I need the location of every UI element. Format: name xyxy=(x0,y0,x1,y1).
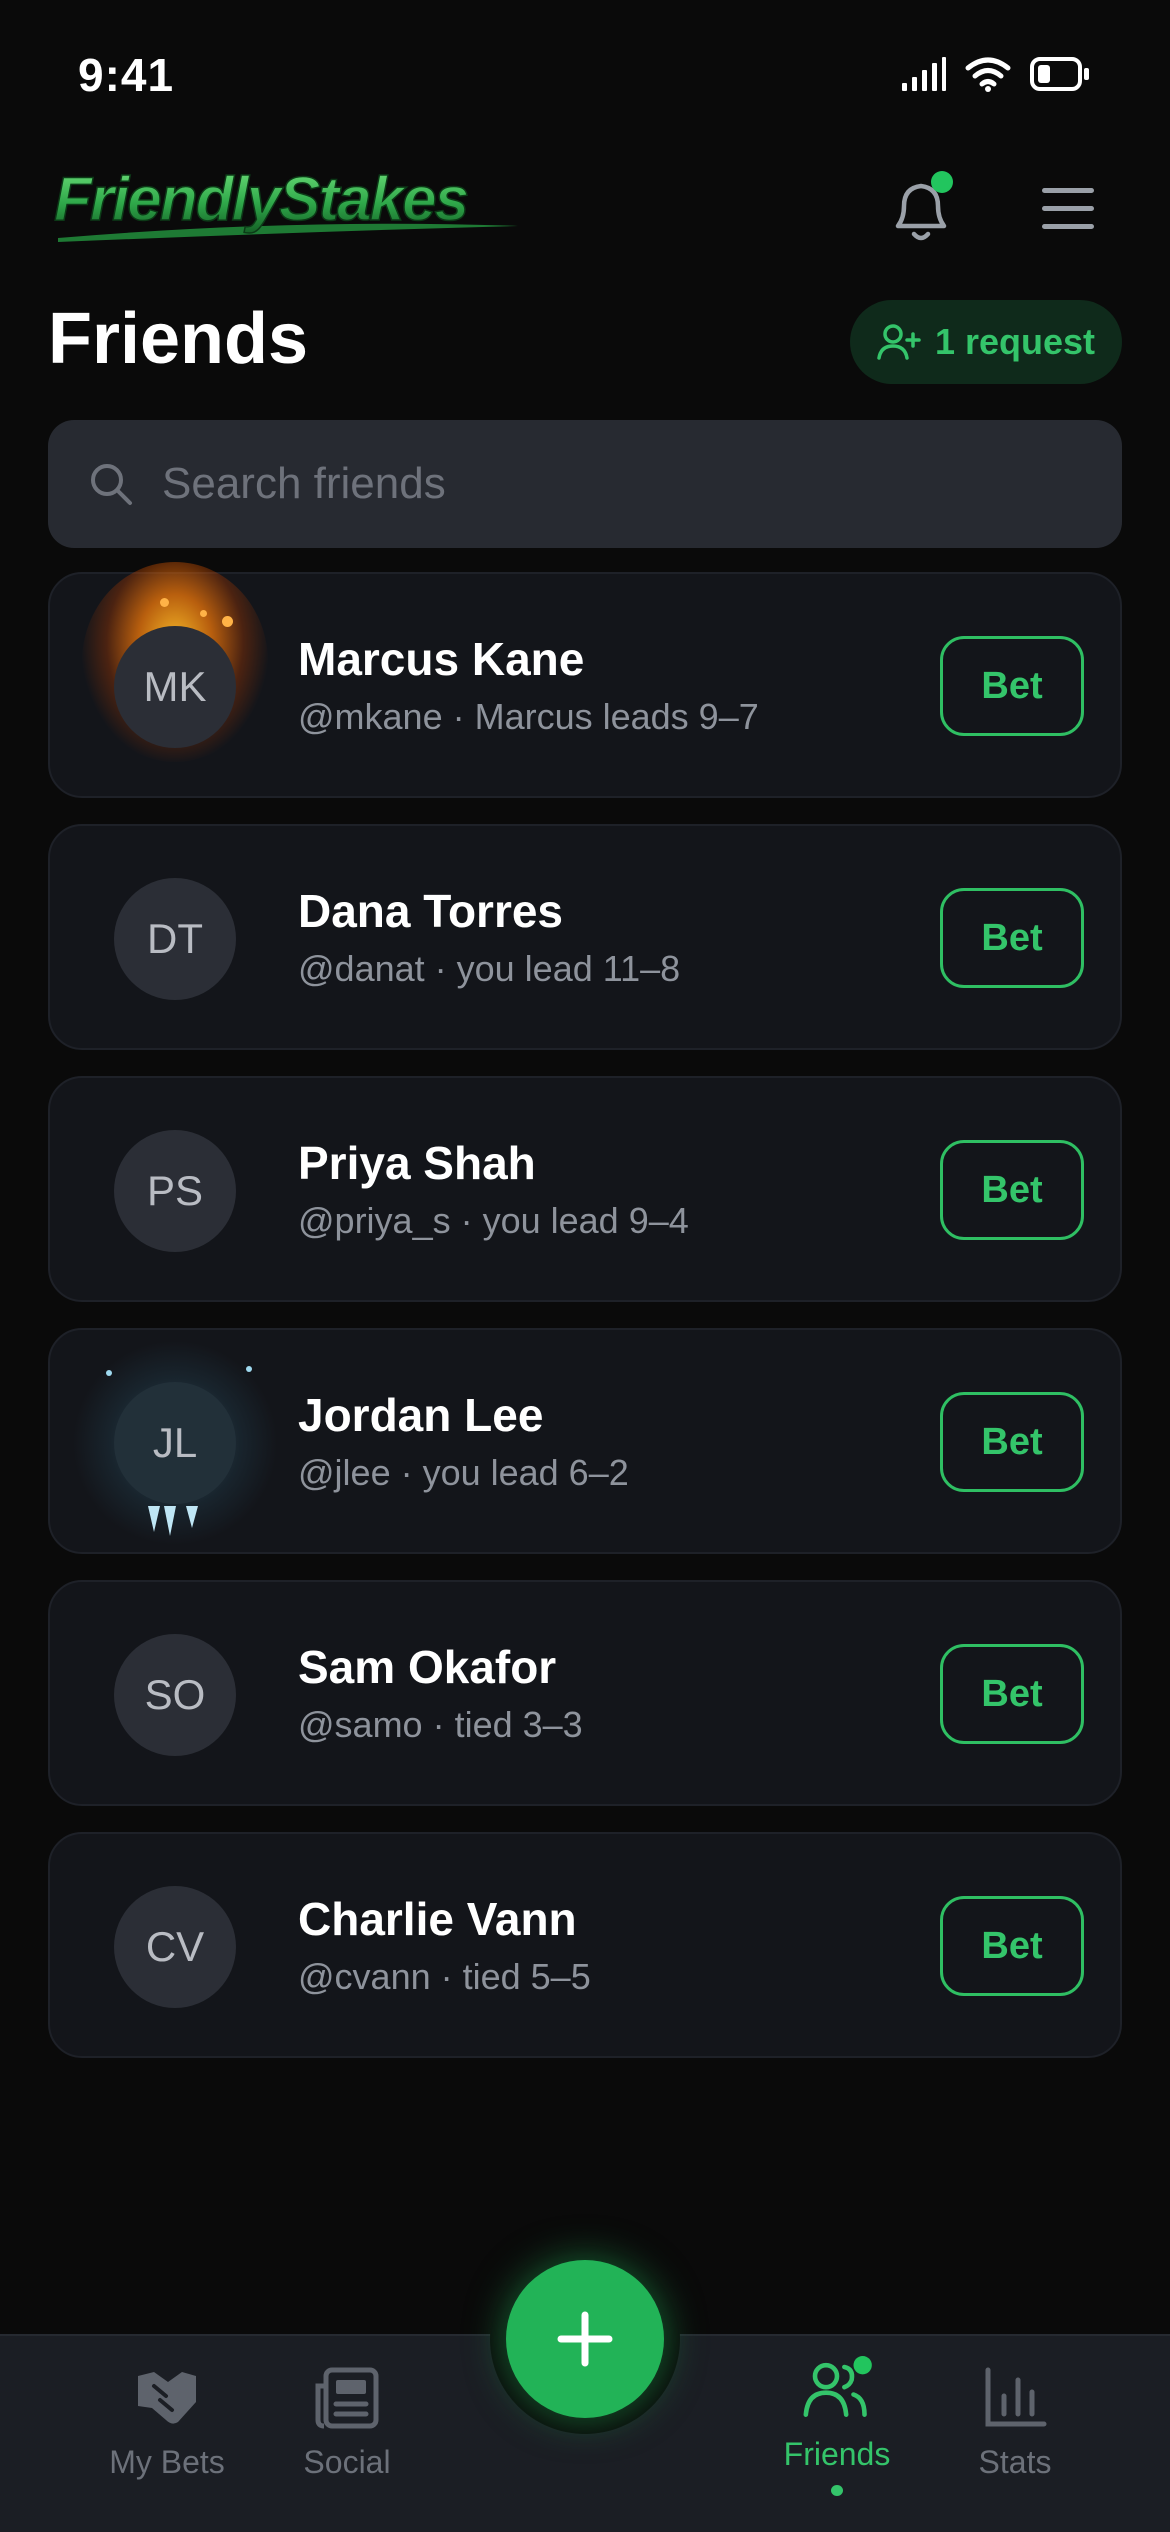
nav-label: Friends xyxy=(783,2436,891,2472)
notification-dot xyxy=(931,171,953,193)
active-indicator-dot xyxy=(831,2485,843,2496)
nav-label: Social xyxy=(303,2444,391,2480)
bet-button[interactable]: Bet xyxy=(940,1392,1084,1492)
friends-icon xyxy=(803,2356,872,2417)
avatar: CV xyxy=(114,1886,236,2008)
nav-label: Stats xyxy=(978,2444,1052,2480)
avatar-wrap: PS xyxy=(114,1130,236,1252)
friend-name: Priya Shah xyxy=(298,1137,536,1189)
sparkle xyxy=(106,1370,112,1376)
bet-button[interactable]: Bet xyxy=(940,636,1084,736)
friend-record: @danat · you lead 11–8 xyxy=(298,948,681,989)
icicle xyxy=(148,1506,160,1532)
search-placeholder: Search friends xyxy=(162,459,446,508)
avatar-wrap: CV xyxy=(114,1886,236,2008)
ember xyxy=(222,616,233,627)
icicle xyxy=(164,1506,176,1536)
app-logo: FriendlyStakes xyxy=(48,160,538,250)
sparkle xyxy=(246,1366,252,1372)
bet-button[interactable]: Bet xyxy=(940,1644,1084,1744)
friend-record: @samo · tied 3–3 xyxy=(298,1704,583,1745)
icicle xyxy=(186,1506,198,1528)
friend-record: @cvann · tied 5–5 xyxy=(298,1956,591,1997)
avatar: SO xyxy=(114,1634,236,1756)
nav-label: My Bets xyxy=(109,2444,225,2480)
avatar-wrap: DT xyxy=(114,878,236,1000)
plus-icon xyxy=(557,2311,613,2367)
avatar-wrap: MK xyxy=(82,562,268,762)
bet-button[interactable]: Bet xyxy=(940,1140,1084,1240)
request-label: 1 request xyxy=(934,321,1096,362)
ember xyxy=(200,610,207,617)
ember xyxy=(160,598,169,607)
signal-icon xyxy=(902,57,946,91)
friend-name: Jordan Lee xyxy=(298,1389,544,1441)
hamburger-icon xyxy=(1042,188,1094,229)
handshake-icon xyxy=(138,2372,196,2424)
friends-screen: 9:41 FriendlyStakes Friends 1 request Se… xyxy=(0,0,1170,2532)
svg-text:FriendlyStakes: FriendlyStakes xyxy=(54,165,468,234)
status-bar: 9:41 xyxy=(0,0,1170,150)
page-title: Friends xyxy=(48,299,309,379)
nav-social[interactable]: Social xyxy=(262,2366,432,2506)
friend-record: @mkane · Marcus leads 9–7 xyxy=(298,696,759,737)
bet-button[interactable]: Bet xyxy=(940,888,1084,988)
search-input[interactable]: Search friends xyxy=(48,420,1122,548)
add-user-icon xyxy=(877,324,921,360)
friend-name: Dana Torres xyxy=(298,885,564,937)
avatar-wrap: JL xyxy=(72,1340,278,1546)
nav-friends[interactable]: Friends xyxy=(752,2356,922,2496)
battery-icon xyxy=(1030,57,1089,91)
avatar: MK xyxy=(114,626,236,748)
friend-card[interactable]: DT Dana Torres @danat · you lead 11–8 Be… xyxy=(48,824,1122,1050)
friend-requests-button[interactable]: 1 request xyxy=(850,300,1122,384)
bell-icon xyxy=(895,171,953,241)
friend-name: Sam Okafor xyxy=(298,1641,557,1693)
status-time: 9:41 xyxy=(78,49,175,101)
friend-record: @priya_s · you lead 9–4 xyxy=(298,1200,689,1241)
friend-card[interactable]: MK Marcus Kane @mkane · Marcus leads 9–7… xyxy=(48,562,1122,798)
new-bet-button[interactable] xyxy=(506,2260,664,2418)
friend-card[interactable]: SO Sam Okafor @samo · tied 3–3 Bet xyxy=(48,1580,1122,1806)
friend-name: Marcus Kane xyxy=(298,633,585,685)
friend-card[interactable]: PS Priya Shah @priya_s · you lead 9–4 Be… xyxy=(48,1076,1122,1302)
search-icon xyxy=(91,464,132,505)
bet-button[interactable]: Bet xyxy=(940,1896,1084,1996)
menu-button[interactable] xyxy=(1036,178,1100,238)
avatar: DT xyxy=(114,878,236,1000)
avatar: JL xyxy=(114,1382,236,1504)
friend-card[interactable]: JL Jordan Lee @jlee · you lead 6–2 Bet xyxy=(48,1328,1122,1554)
nav-my-bets[interactable]: My Bets xyxy=(82,2366,252,2506)
newspaper-icon xyxy=(315,2367,379,2429)
notifications-button[interactable] xyxy=(886,170,960,250)
wifi-icon xyxy=(965,57,1011,92)
friend-record: @jlee · you lead 6–2 xyxy=(298,1452,629,1493)
friend-card[interactable]: CV Charlie Vann @cvann · tied 5–5 Bet xyxy=(48,1832,1122,2058)
friends-badge-dot xyxy=(853,2356,872,2375)
bar-chart-icon xyxy=(985,2367,1047,2427)
nav-stats[interactable]: Stats xyxy=(930,2366,1100,2506)
status-icons xyxy=(902,56,1090,92)
avatar: PS xyxy=(114,1130,236,1252)
friend-name: Charlie Vann xyxy=(298,1893,577,1945)
avatar-wrap: SO xyxy=(114,1634,236,1756)
